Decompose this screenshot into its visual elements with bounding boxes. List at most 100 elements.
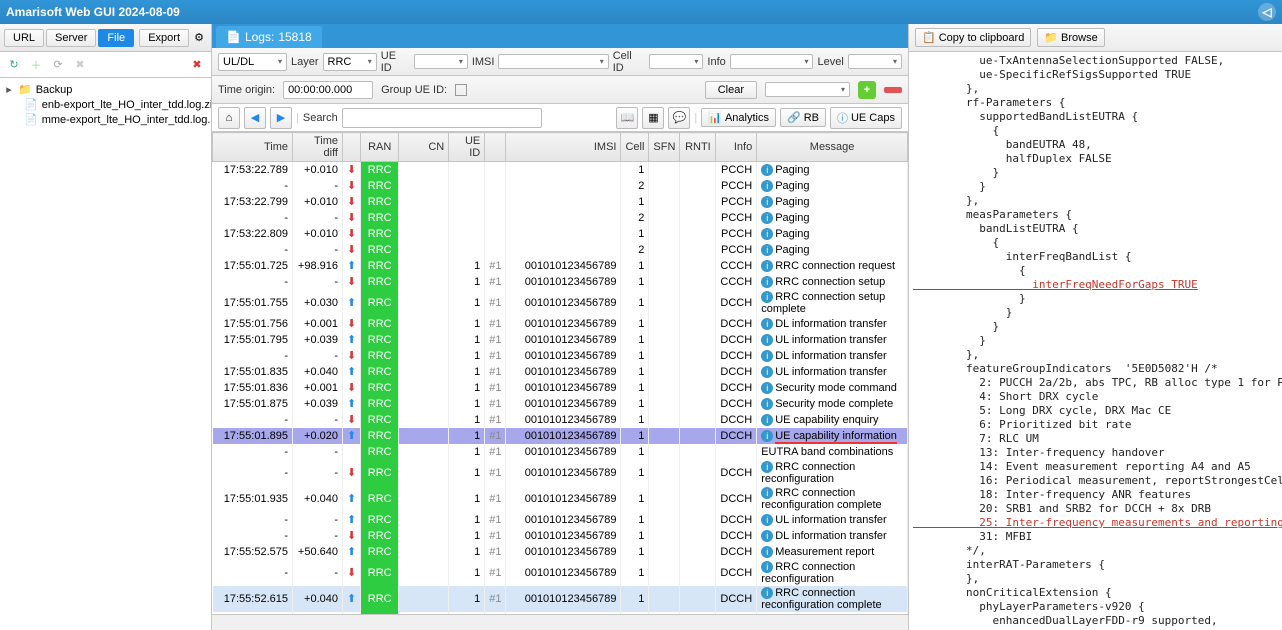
table-row[interactable]: --⬇RRC1#10010101234567891DCCHiRRC connec…: [213, 460, 908, 486]
table-row[interactable]: 17:55:01.836+0.001⬇RRC1#1001010123456789…: [213, 380, 908, 396]
add-icon[interactable]: ＋: [28, 57, 44, 73]
table-row[interactable]: 17:55:52.575+50.640⬆RRC1#100101012345678…: [213, 544, 908, 560]
analytics-button[interactable]: 📊Analytics: [701, 108, 776, 127]
file-icon: 📄: [24, 98, 38, 111]
group-ueid-checkbox[interactable]: [455, 84, 467, 96]
home-icon[interactable]: ⌂: [218, 107, 240, 129]
rb-button[interactable]: 🔗RB: [780, 108, 826, 127]
table-row[interactable]: --⬇RRC1#10010101234567891DCCHiDL informa…: [213, 528, 908, 544]
table-row[interactable]: --⬇RRC2PCCHiPaging: [213, 178, 908, 194]
uldl-combo[interactable]: UL/DL▾: [218, 53, 287, 71]
del-icon[interactable]: ✖: [72, 57, 88, 73]
table-row[interactable]: 17:55:01.935+0.040⬆RRC1#1001010123456789…: [213, 486, 908, 512]
chart-icon: 📊: [708, 111, 722, 124]
th-cn[interactable]: CN: [399, 133, 449, 162]
forward-icon[interactable]: ▶: [270, 107, 292, 129]
collapse-icon[interactable]: ◁: [1258, 3, 1276, 21]
time-origin-input[interactable]: 00:00:00.000: [283, 81, 373, 99]
table-row[interactable]: --RRC1#10010101234567891EUTRA band combi…: [213, 444, 908, 460]
tab-logs[interactable]: 📄 Logs: 15818: [216, 26, 322, 48]
close-icon[interactable]: ✖: [189, 57, 205, 73]
tree-file[interactable]: 📄mme-export_lte_HO_inter_tdd.log.zip✔: [2, 112, 209, 127]
time-origin-label: Time origin:: [218, 84, 275, 96]
th-rnti[interactable]: RNTI: [680, 133, 716, 162]
doc-icon: 📄: [226, 30, 241, 44]
cycle-icon[interactable]: ⟳: [50, 57, 66, 73]
table-row[interactable]: --⬇RRC2PCCHiPaging: [213, 242, 908, 258]
search-input[interactable]: [342, 108, 542, 128]
table-row[interactable]: 17:53:22.809+0.010⬇RRC1PCCHiPaging: [213, 226, 908, 242]
log-table-wrap[interactable]: Time Time diff RAN CN UE ID IMSI Cell SF…: [212, 132, 908, 614]
imsi-label: IMSI: [472, 56, 495, 68]
gear-icon[interactable]: ⚙: [191, 30, 207, 46]
center-panel: 📄 Logs: 15818 UL/DL▾ Layer RRC▾ UE ID ▾ …: [212, 24, 908, 630]
tree-root-label: Backup: [36, 84, 73, 96]
sidebar-toolbar: URL Server File Export ⚙: [0, 24, 211, 52]
link-icon: 🔗: [787, 111, 801, 124]
table-row[interactable]: --⬇RRC1#10010101234567891CCCHiRRC connec…: [213, 274, 908, 290]
th-diff[interactable]: Time diff: [293, 133, 343, 162]
table-row[interactable]: 17:53:22.799+0.010⬇RRC1PCCHiPaging: [213, 194, 908, 210]
search-row: ⌂ ◀ ▶ | Search 📖 ▦ 💬 | 📊Analytics 🔗RB ⓘU…: [212, 104, 908, 132]
ueid-combo[interactable]: ▾: [414, 54, 468, 69]
folder-icon: 📁: [18, 83, 32, 96]
th-ueid[interactable]: UE ID: [449, 133, 485, 162]
chat-icon[interactable]: 💬: [668, 107, 690, 129]
book-icon[interactable]: 📖: [616, 107, 638, 129]
table-row[interactable]: 17:53:22.789+0.010⬇RRC1PCCHiPaging: [213, 162, 908, 178]
cellid-combo[interactable]: ▾: [649, 54, 703, 69]
table-row[interactable]: 17:55:01.795+0.039⬆RRC1#1001010123456789…: [213, 332, 908, 348]
file-icon: 📄: [24, 113, 38, 126]
table-row[interactable]: 17:55:52.615+0.040⬆RRC1#1001010123456789…: [213, 586, 908, 612]
th-cell[interactable]: Cell: [621, 133, 649, 162]
table-row[interactable]: 17:55:53.215+0.600⬆RRC1#1001010123456789…: [213, 612, 908, 615]
tree-file[interactable]: 📄enb-export_lte_HO_inter_tdd.log.zip✔: [2, 97, 209, 112]
tree-root[interactable]: ▸ 📁 Backup: [2, 82, 209, 97]
th-sfn[interactable]: SFN: [649, 133, 680, 162]
export-button[interactable]: Export: [139, 29, 189, 47]
th-msg[interactable]: Message: [757, 133, 908, 162]
sidebar-toolbar2: ↻ ＋ ⟳ ✖ ✖: [0, 52, 211, 78]
th-time[interactable]: Time: [213, 133, 293, 162]
th-imsi[interactable]: IMSI: [506, 133, 621, 162]
th-cls[interactable]: [485, 133, 506, 162]
table-row[interactable]: 17:55:01.756+0.001⬇RRC1#1001010123456789…: [213, 316, 908, 332]
detail-panel: 📋Copy to clipboard 📁Browse ue-TxAntennaS…: [908, 24, 1282, 630]
search-label: Search: [303, 112, 338, 124]
table-row[interactable]: --⬇RRC2PCCHiPaging: [213, 210, 908, 226]
file-label: enb-export_lte_HO_inter_tdd.log.zip: [42, 99, 211, 111]
th-info[interactable]: Info: [716, 133, 757, 162]
table-row[interactable]: 17:55:01.835+0.040⬆RRC1#1001010123456789…: [213, 364, 908, 380]
back-icon[interactable]: ◀: [244, 107, 266, 129]
table-row[interactable]: --⬇RRC1#10010101234567891DCCHiDL informa…: [213, 348, 908, 364]
uecaps-button[interactable]: ⓘUE Caps: [830, 107, 902, 129]
hscroll[interactable]: [212, 614, 908, 630]
table-row[interactable]: 17:55:01.875+0.039⬆RRC1#1001010123456789…: [213, 396, 908, 412]
table-row[interactable]: 17:55:01.895+0.020⬆RRC1#1001010123456789…: [213, 428, 908, 444]
remove-filter-icon[interactable]: [884, 87, 902, 93]
info-combo[interactable]: ▾: [730, 54, 814, 69]
table-row[interactable]: --⬇RRC1#10010101234567891DCCHiUE capabil…: [213, 412, 908, 428]
refresh-icon[interactable]: ↻: [6, 57, 22, 73]
grid-icon[interactable]: ▦: [642, 107, 664, 129]
table-row[interactable]: --⬇RRC1#10010101234567891DCCHiRRC connec…: [213, 560, 908, 586]
browse-button[interactable]: 📁Browse: [1037, 28, 1104, 47]
clear-button[interactable]: Clear: [705, 81, 757, 99]
imsi-combo[interactable]: ▾: [498, 54, 608, 69]
expander-icon[interactable]: ▸: [4, 83, 14, 96]
ueid-label: UE ID: [381, 50, 410, 74]
server-button[interactable]: Server: [46, 29, 96, 47]
table-row[interactable]: --⬆RRC1#10010101234567891DCCHiUL informa…: [213, 512, 908, 528]
th-dir[interactable]: [343, 133, 361, 162]
add-filter-icon[interactable]: +: [858, 81, 876, 99]
table-row[interactable]: 17:55:01.755+0.030⬆RRC1#1001010123456789…: [213, 290, 908, 316]
file-button[interactable]: File: [98, 29, 134, 47]
layer-combo[interactable]: RRC▾: [323, 53, 377, 71]
table-row[interactable]: 17:55:01.725+98.916⬆RRC1#100101012345678…: [213, 258, 908, 274]
copy-button[interactable]: 📋Copy to clipboard: [915, 28, 1031, 47]
url-button[interactable]: URL: [4, 29, 44, 47]
clear-combo[interactable]: ▾: [765, 82, 850, 97]
detail-content[interactable]: ue-TxAntennaSelectionSupported FALSE, ue…: [909, 52, 1282, 630]
th-ran[interactable]: RAN: [361, 133, 399, 162]
level-combo[interactable]: ▾: [848, 54, 902, 69]
